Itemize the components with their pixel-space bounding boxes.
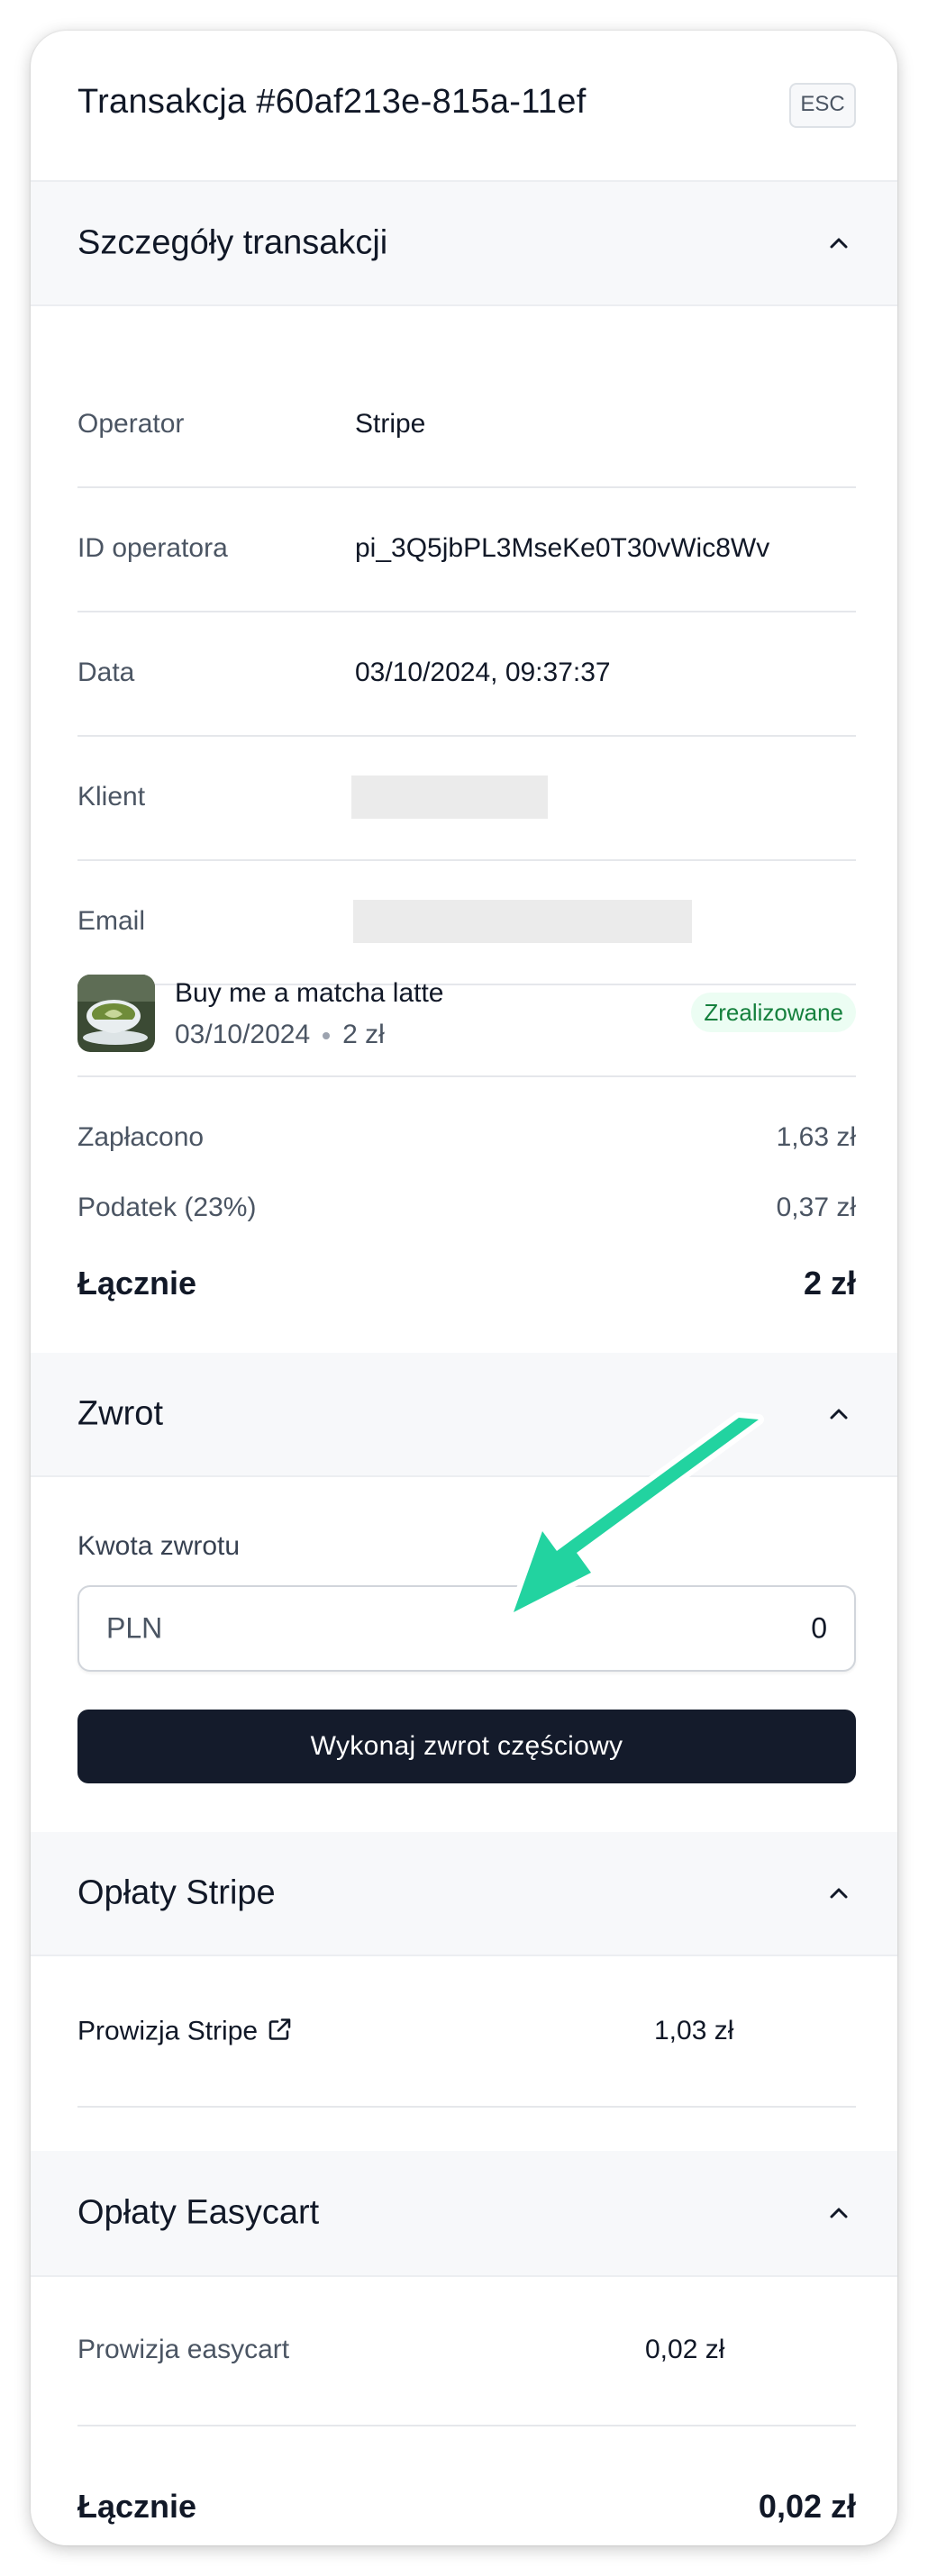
detail-label: Klient bbox=[77, 782, 146, 812]
detail-label: Data bbox=[77, 658, 135, 687]
transaction-title: Transakcja #60af213e-815a-11ef bbox=[77, 83, 587, 121]
summary-label: Zapłacono bbox=[77, 1122, 205, 1152]
easycart-total-label: Łącznie bbox=[77, 2488, 197, 2525]
easycart-fee-label: Prowizja easycart bbox=[77, 2335, 290, 2364]
product-meta: 03/10/2024 2 zł bbox=[175, 1020, 385, 1050]
product-name: Buy me a matcha latte bbox=[175, 978, 444, 1008]
status-badge: Zrealizowane bbox=[691, 993, 856, 1032]
detail-label: Operator bbox=[77, 409, 185, 439]
easycart-total: Łącznie 0,02 zł bbox=[77, 2488, 856, 2526]
product-image bbox=[77, 975, 155, 1052]
summary-value: 1,63 zł bbox=[776, 1122, 856, 1152]
summary-label: Łącznie bbox=[77, 1265, 197, 1302]
stripe-fees-section-title: Opłaty Stripe bbox=[77, 1873, 276, 1912]
product-date: 03/10/2024 bbox=[175, 1020, 311, 1049]
summary-tax: Podatek (23%) 0,37 zł bbox=[77, 1193, 856, 1223]
easycart-fee-row: Prowizja easycart 0,02 zł bbox=[77, 2275, 856, 2426]
detail-row-date: Data 03/10/2024, 09:37:37 bbox=[77, 611, 856, 737]
summary-value: 2 zł bbox=[803, 1265, 856, 1302]
details-section-title: Szczegóły transakcji bbox=[77, 223, 388, 262]
detail-row-operator-id: ID operatora pi_3Q5jbPL3MseKe0T30vWic8Wv bbox=[77, 486, 856, 612]
refund-amount-label: Kwota zwrotu bbox=[77, 1531, 241, 1561]
refund-amount-value[interactable]: 0 bbox=[811, 1612, 827, 1646]
partial-refund-button[interactable]: Wykonaj zwrot częściowy bbox=[77, 1710, 856, 1783]
redacted-client bbox=[351, 776, 548, 819]
external-link-icon[interactable] bbox=[265, 2016, 294, 2045]
detail-value: pi_3Q5jbPL3MseKe0T30vWic8Wv bbox=[355, 533, 770, 563]
summary-value: 0,37 zł bbox=[776, 1193, 856, 1222]
product-price: 2 zł bbox=[342, 1020, 385, 1049]
detail-label: Email bbox=[77, 906, 146, 936]
stripe-fee-link[interactable]: Prowizja Stripe bbox=[77, 2016, 294, 2047]
detail-value: 03/10/2024, 09:37:37 bbox=[355, 658, 611, 687]
easycart-fees-section-title: Opłaty Easycart bbox=[77, 2193, 320, 2232]
chevron-up-icon[interactable] bbox=[825, 230, 852, 257]
detail-row-client: Klient bbox=[77, 735, 856, 861]
refund-section-title: Zwrot bbox=[77, 1394, 163, 1433]
annotation-arrow-icon bbox=[508, 1412, 764, 1618]
detail-row-operator: Operator Stripe bbox=[77, 362, 856, 488]
summary-label: Podatek (23%) bbox=[77, 1193, 257, 1222]
easycart-total-value: 0,02 zł bbox=[758, 2488, 856, 2525]
summary-total: Łącznie 2 zł bbox=[77, 1265, 856, 1302]
panel-header: Transakcja #60af213e-815a-11ef ESC bbox=[31, 31, 897, 182]
chevron-up-icon[interactable] bbox=[825, 2200, 852, 2227]
separator-dot bbox=[323, 1032, 331, 1040]
easycart-fee-value: 0,02 zł bbox=[645, 2335, 725, 2364]
redacted-email bbox=[353, 900, 692, 943]
details-section-header[interactable]: Szczegóły transakcji bbox=[31, 182, 897, 306]
detail-value: Stripe bbox=[355, 409, 426, 439]
stripe-fee-label[interactable]: Prowizja Stripe bbox=[77, 2017, 258, 2046]
summary-paid: Zapłacono 1,63 zł bbox=[77, 1122, 856, 1153]
product-item: Buy me a matcha latte 03/10/2024 2 zł Zre… bbox=[77, 951, 856, 1077]
esc-close-button[interactable]: ESC bbox=[789, 83, 856, 128]
stripe-fees-section-header[interactable]: Opłaty Stripe bbox=[31, 1832, 897, 1956]
detail-label: ID operatora bbox=[77, 533, 228, 563]
stripe-fee-value: 1,03 zł bbox=[654, 2016, 734, 2045]
chevron-up-icon[interactable] bbox=[825, 1401, 852, 1428]
chevron-up-icon[interactable] bbox=[825, 1880, 852, 1907]
transaction-panel: Transakcja #60af213e-815a-11ef ESC Szcze… bbox=[31, 31, 897, 2545]
currency-prefix: PLN bbox=[106, 1611, 163, 1645]
easycart-fees-section-header[interactable]: Opłaty Easycart bbox=[31, 2151, 897, 2277]
stripe-fee-row: Prowizja Stripe 1,03 zł bbox=[77, 1956, 856, 2108]
